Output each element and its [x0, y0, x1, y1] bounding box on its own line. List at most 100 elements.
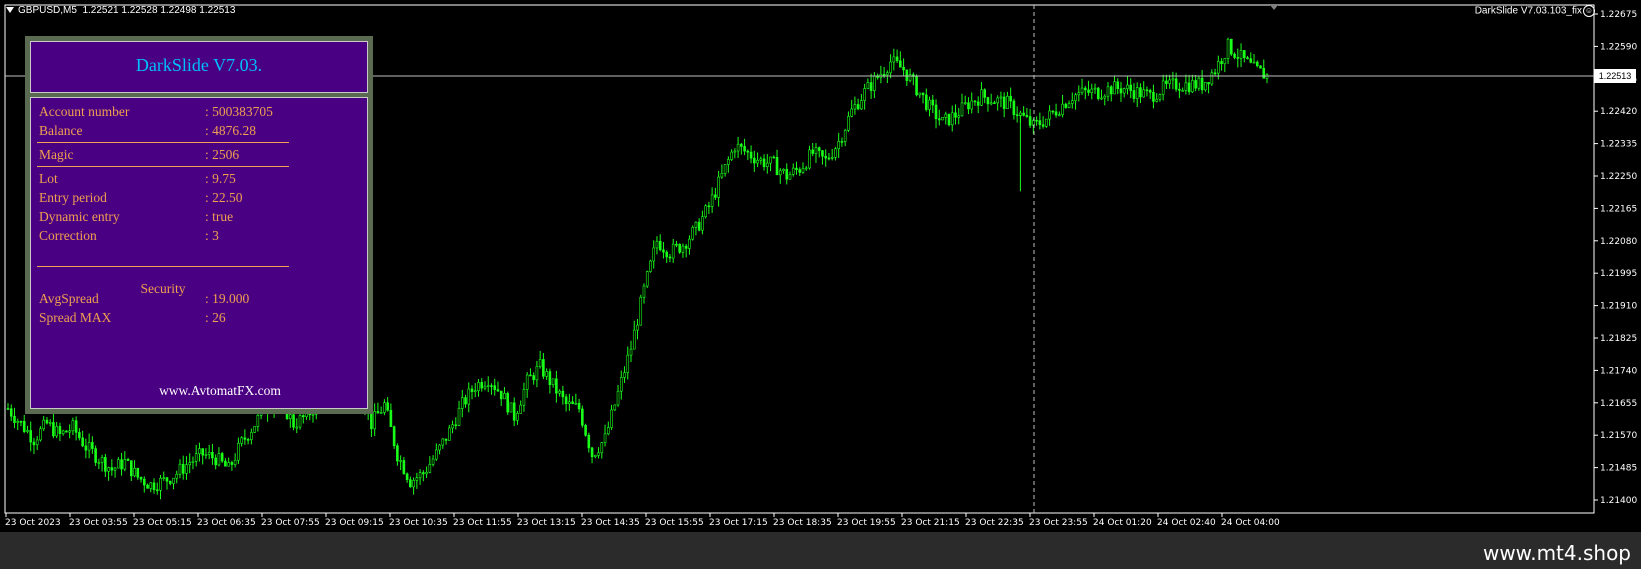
candle-body — [1002, 96, 1006, 109]
candle-body — [379, 412, 383, 414]
candle-body — [1129, 84, 1133, 91]
candle-body — [224, 460, 227, 467]
candle-body — [405, 473, 409, 481]
candle-body — [1139, 87, 1142, 98]
candle-body — [139, 476, 143, 480]
candle-body — [1187, 82, 1191, 93]
x-tick-label: 23 Oct 21:15 — [901, 518, 960, 528]
candle-body — [480, 382, 484, 389]
candle-body — [428, 464, 432, 473]
candle-body — [720, 173, 724, 178]
candle-body — [152, 482, 156, 491]
smiley-icon[interactable]: ☺ — [1583, 5, 1595, 17]
candle-body — [1148, 90, 1152, 93]
candle-body — [42, 419, 45, 430]
chart-window[interactable]: 1.226751.225901.225051.224201.223351.222… — [0, 0, 1641, 532]
candle-body — [937, 118, 941, 121]
candle-body — [94, 448, 97, 463]
candle-body — [892, 56, 896, 63]
chevron-down-icon[interactable] — [6, 7, 14, 14]
candle-body — [168, 480, 172, 484]
candle-body — [597, 452, 600, 456]
candle-body — [110, 467, 114, 471]
candle-body — [454, 424, 458, 427]
symbol-name: GBPUSD,M5 — [18, 5, 77, 16]
candle-body — [804, 167, 808, 170]
candle-body — [658, 240, 662, 251]
candle-body — [230, 462, 234, 465]
candle-body — [61, 430, 65, 434]
candle-body — [1009, 95, 1012, 102]
row-label: Account number — [39, 104, 130, 119]
x-tick-label: 23 Oct 07:55 — [261, 518, 320, 528]
candle-body — [1116, 81, 1120, 89]
candle-body — [311, 413, 315, 416]
candle-body — [785, 168, 789, 180]
panel-website: www.AvtomatFX.com — [159, 383, 281, 398]
candle-body — [996, 97, 999, 104]
candle-body — [399, 460, 402, 462]
candle-body — [788, 173, 792, 180]
candle-body — [581, 408, 584, 426]
candle-body — [882, 73, 886, 76]
candle-body — [778, 170, 782, 176]
candle-body — [639, 296, 643, 326]
candle-body — [1239, 50, 1243, 59]
candle-body — [957, 115, 961, 118]
candle-body — [178, 463, 182, 475]
candle-body — [65, 430, 68, 433]
candle-body — [447, 427, 451, 441]
y-tick-label: 1.22420 — [1600, 107, 1637, 117]
x-tick-label: 23 Oct 18:35 — [773, 518, 832, 528]
row-value: : 22.50 — [205, 190, 243, 205]
candle-body — [1006, 95, 1009, 109]
y-tick-label: 1.21400 — [1600, 496, 1637, 506]
y-tick-label: 1.22250 — [1600, 172, 1637, 182]
candle-body — [733, 150, 737, 153]
candle-body — [600, 442, 604, 454]
candle-body — [87, 442, 91, 451]
candle-body — [460, 397, 464, 409]
candle-body — [48, 422, 52, 424]
x-tick-label: 23 Oct 19:55 — [837, 518, 896, 528]
candle-body — [1035, 119, 1038, 122]
row-label: Balance — [39, 123, 83, 138]
candle-body — [418, 472, 422, 479]
candle-body — [201, 448, 204, 456]
x-tick-label: 24 Oct 01:20 — [1093, 518, 1152, 528]
candle-body — [740, 143, 743, 147]
candle-body — [26, 430, 29, 432]
candle-body — [869, 82, 873, 91]
candle-body — [746, 150, 750, 153]
candle-body — [227, 462, 230, 467]
candle-body — [902, 66, 905, 71]
candle-body — [155, 489, 159, 492]
candle-body — [292, 414, 295, 428]
candle-body — [464, 397, 467, 405]
candle-body — [525, 374, 529, 390]
candle-body — [814, 147, 818, 154]
expert-advisor-label[interactable]: DarkSlide V7.03.103_fix ☺ — [1475, 5, 1595, 17]
candle-body — [250, 432, 253, 440]
candle-body — [551, 378, 555, 385]
x-tick-label: 23 Oct 06:35 — [197, 518, 256, 528]
candle-body — [594, 455, 597, 457]
candle-body — [1233, 53, 1236, 58]
row-label: Lot — [39, 171, 58, 186]
candle-body — [204, 454, 208, 456]
candle-body — [1158, 94, 1162, 100]
candle-body — [1087, 89, 1090, 93]
candle-body — [1054, 111, 1058, 116]
candle-body — [1048, 110, 1051, 120]
ea-info-panel: DarkSlide V7.03. Account number : 500383… — [25, 36, 373, 414]
candle-body — [899, 60, 902, 68]
candle-body — [512, 402, 516, 421]
candle-body — [798, 169, 802, 173]
candle-body — [1142, 89, 1145, 98]
candle-body — [123, 459, 127, 470]
candle-body — [136, 467, 140, 478]
candle-body — [548, 371, 552, 385]
candle-body — [736, 143, 740, 152]
candle-body — [918, 92, 922, 96]
candle-body — [1184, 82, 1188, 91]
